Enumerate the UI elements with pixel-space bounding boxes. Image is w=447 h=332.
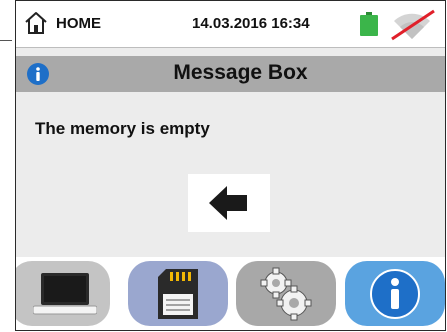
sd-card-icon xyxy=(158,269,198,319)
info-icon xyxy=(370,269,420,319)
laptop-button[interactable] xyxy=(16,261,110,326)
dialog-title-bar: Message Box xyxy=(16,56,445,92)
no-signal-icon xyxy=(384,9,440,41)
home-label[interactable]: HOME xyxy=(56,15,101,32)
home-icon[interactable] xyxy=(24,11,48,35)
battery-icon xyxy=(360,12,378,36)
message-text: The memory is empty xyxy=(35,119,210,138)
device-screen: HOME 14.03.2016 16:34 Message Box The me… xyxy=(15,0,446,331)
bottom-toolbar xyxy=(16,257,445,330)
laptop-icon xyxy=(33,273,97,315)
arrow-left-icon xyxy=(209,186,247,220)
settings-button[interactable] xyxy=(236,261,336,326)
gears-icon xyxy=(260,267,312,321)
pointer-line xyxy=(0,40,12,41)
back-button[interactable] xyxy=(188,174,270,232)
status-bar: HOME 14.03.2016 16:34 xyxy=(16,1,445,48)
dialog-content: The memory is empty xyxy=(16,92,445,257)
memory-button[interactable] xyxy=(128,261,228,326)
dialog-title: Message Box xyxy=(173,61,308,84)
info-button[interactable] xyxy=(345,261,445,326)
date-time: 14.03.2016 16:34 xyxy=(192,15,310,32)
